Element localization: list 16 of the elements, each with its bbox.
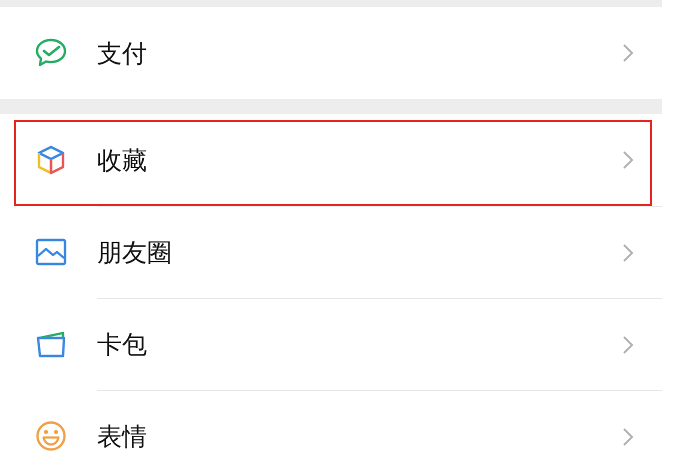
menu-item[interactable]: 表情	[0, 390, 662, 469]
menu-item[interactable]: 卡包	[0, 298, 662, 390]
smiley-icon	[34, 419, 68, 453]
menu-item[interactable]: 朋友圈	[0, 206, 662, 298]
menu-label: 表情	[97, 424, 148, 449]
menu-label: 收藏	[97, 148, 148, 172]
menu-item[interactable]: 支付	[0, 7, 662, 99]
chevron-icon	[622, 150, 634, 170]
chevron-icon	[622, 426, 634, 446]
menu-label: 支付	[97, 40, 148, 66]
chevron-icon	[622, 334, 634, 354]
menu-item[interactable]: 收藏	[0, 114, 662, 206]
menu-label: 卡包	[97, 332, 148, 357]
menu-label: 朋友圈	[97, 240, 173, 265]
chevron-icon	[622, 242, 634, 262]
chevron-icon	[622, 43, 634, 63]
